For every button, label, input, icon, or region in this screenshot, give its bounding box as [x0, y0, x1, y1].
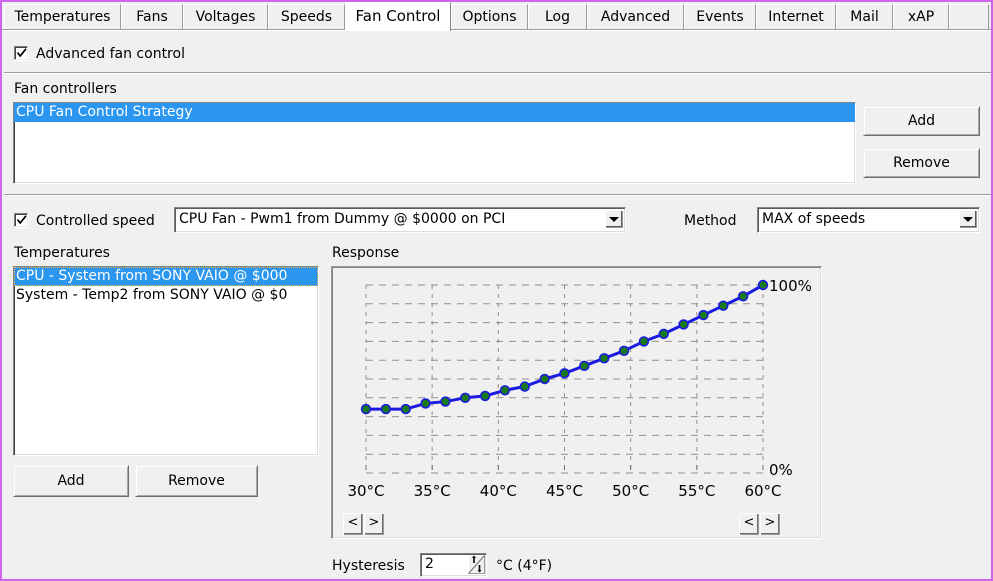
tab-fans[interactable]: Fans	[121, 4, 183, 29]
chart-xtick-label: 30°C	[347, 482, 384, 500]
method-label: Method	[684, 213, 737, 229]
x-axis-scroll-left-button[interactable]: <	[343, 513, 363, 535]
controlled-speed-checkbox[interactable]	[14, 213, 28, 227]
response-chart: 100% 0% 30°C 35°C 40°C 45°C 50°C 55°C 60°C	[347, 277, 812, 500]
chart-y-min-label: 0%	[769, 461, 793, 479]
tab-voltages[interactable]: Voltages	[183, 4, 268, 29]
temperatures-group-label: Temperatures	[14, 245, 110, 261]
chart-xticks	[365, 465, 764, 470]
tab-advanced[interactable]: Advanced	[587, 4, 684, 29]
list-item[interactable]: CPU - System from SONY VAIO @ $000	[14, 267, 318, 286]
tab-strip: Temperatures Fans Voltages Speeds Fan Contro…	[2, 2, 991, 31]
tab-events[interactable]: Events	[684, 4, 756, 29]
fan-controllers-group-label: Fan controllers	[14, 81, 117, 97]
tab-strip-underline	[2, 29, 991, 31]
list-item[interactable]: System - Temp2 from SONY VAIO @ $0	[14, 286, 318, 305]
method-combo[interactable]: MAX of speeds	[757, 207, 980, 233]
tab-overflow-stub	[949, 4, 989, 29]
y-axis-scroll-right-button[interactable]: >	[760, 513, 780, 535]
advanced-fan-control-checkbox[interactable]	[14, 46, 28, 60]
controlled-speed-label: Controlled speed	[36, 213, 155, 229]
tab-temperatures[interactable]: Temperatures	[4, 4, 121, 29]
chart-xtick-label: 55°C	[678, 482, 715, 500]
x-axis-scroll-right-button[interactable]: >	[364, 513, 384, 535]
advanced-fan-control-label: Advanced fan control	[36, 46, 185, 62]
chart-xtick-labels: 30°C 35°C 40°C 45°C 50°C 55°C 60°C	[347, 482, 781, 500]
chart-y-max-label: 100%	[769, 277, 812, 295]
tab-internet[interactable]: Internet	[756, 4, 836, 29]
chevron-down-icon[interactable]	[959, 210, 977, 228]
chart-xtick-label: 35°C	[414, 482, 451, 500]
checkmark-icon	[16, 48, 27, 58]
spinner-arrows-icon	[468, 555, 485, 574]
divider-top	[4, 72, 991, 74]
hysteresis-unit-label: °C (4°F)	[496, 558, 553, 574]
hysteresis-label: Hysteresis	[332, 558, 405, 574]
temperatures-listbox[interactable]: CPU - System from SONY VAIO @ $000 System…	[13, 266, 319, 456]
list-item[interactable]: CPU Fan Control Strategy	[14, 103, 855, 122]
checkmark-icon	[16, 215, 27, 225]
tab-mail[interactable]: Mail	[836, 4, 893, 29]
temperature-add-button[interactable]: Add	[13, 465, 129, 497]
response-chart-panel[interactable]: 100% 0% 30°C 35°C 40°C 45°C 50°C 55°C 60°C	[331, 266, 822, 539]
temperature-remove-button[interactable]: Remove	[135, 465, 258, 497]
hysteresis-value: 2	[425, 556, 434, 572]
chart-xtick-label: 40°C	[480, 482, 517, 500]
hysteresis-spin-buttons[interactable]	[468, 555, 485, 574]
chevron-down-icon[interactable]	[605, 210, 623, 228]
y-axis-scroll-left-button[interactable]: <	[739, 513, 759, 535]
fan-controllers-listbox[interactable]: CPU Fan Control Strategy	[13, 102, 856, 184]
chart-xtick-label: 60°C	[744, 482, 781, 500]
tab-xap[interactable]: xAP	[893, 4, 949, 29]
fan-control-window: Temperatures Fans Voltages Speeds Fan Contro…	[0, 0, 993, 581]
tab-speeds[interactable]: Speeds	[268, 4, 345, 29]
chart-xtick-label: 50°C	[612, 482, 649, 500]
response-group-label: Response	[332, 245, 400, 261]
controlled-speed-combo[interactable]: CPU Fan - Pwm1 from Dummy @ $0000 on PCI	[174, 207, 626, 233]
fan-controller-add-button[interactable]: Add	[863, 106, 980, 136]
tab-options[interactable]: Options	[451, 4, 528, 29]
divider-middle	[4, 194, 991, 196]
tab-fan-control[interactable]: Fan Control	[345, 2, 451, 31]
chart-xtick-label: 45°C	[546, 482, 583, 500]
tab-log[interactable]: Log	[528, 4, 587, 29]
hysteresis-spinner[interactable]: 2	[420, 553, 487, 577]
controlled-speed-value: CPU Fan - Pwm1 from Dummy @ $0000 on PCI	[179, 211, 506, 227]
method-value: MAX of speeds	[762, 211, 866, 227]
fan-controller-remove-button[interactable]: Remove	[863, 148, 980, 178]
